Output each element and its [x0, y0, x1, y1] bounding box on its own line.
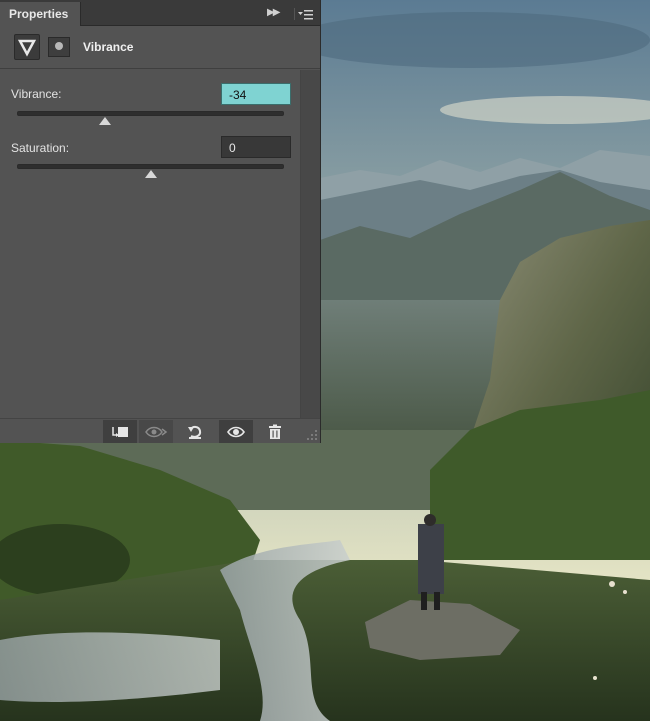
- vibrance-slider-thumb[interactable]: [99, 117, 112, 125]
- delete-button[interactable]: [258, 420, 292, 443]
- toggle-visibility-button[interactable]: [219, 420, 253, 443]
- eye-icon: [227, 426, 245, 437]
- properties-header: Vibrance: [0, 27, 320, 69]
- panel-footer: [0, 418, 320, 443]
- clip-to-layer-button[interactable]: [103, 420, 137, 443]
- vibrance-triangle-icon[interactable]: [14, 34, 40, 60]
- layer-mask-icon[interactable]: [48, 37, 70, 57]
- vibrance-slider[interactable]: [17, 111, 284, 125]
- vibrance-value-field[interactable]: -34: [221, 83, 291, 105]
- reset-arrow-icon: [188, 425, 202, 439]
- panel-scrollbar[interactable]: [300, 70, 320, 418]
- saturation-value-field[interactable]: 0: [221, 136, 291, 158]
- clip-layer-icon: [112, 426, 128, 437]
- trash-icon: [269, 424, 281, 439]
- properties-panel: Properties ▶▶ Vibrance Vibrance: -34 Sat…: [0, 0, 321, 443]
- resize-grip-icon[interactable]: [306, 429, 318, 441]
- panel-menu-icon[interactable]: [294, 8, 315, 20]
- view-previous-state-button[interactable]: [139, 420, 173, 443]
- saturation-slider-thumb[interactable]: [144, 170, 157, 178]
- panel-tab-bar: Properties ▶▶: [0, 0, 320, 26]
- eye-compare-icon: [145, 426, 168, 437]
- adjustment-title: Vibrance: [83, 40, 134, 54]
- tab-properties[interactable]: Properties: [0, 2, 81, 26]
- reset-button[interactable]: [178, 420, 212, 443]
- saturation-label: Saturation:: [11, 141, 70, 155]
- saturation-slider[interactable]: [17, 164, 284, 178]
- collapse-panel-icon[interactable]: ▶▶: [267, 7, 280, 19]
- vibrance-label: Vibrance:: [11, 87, 62, 101]
